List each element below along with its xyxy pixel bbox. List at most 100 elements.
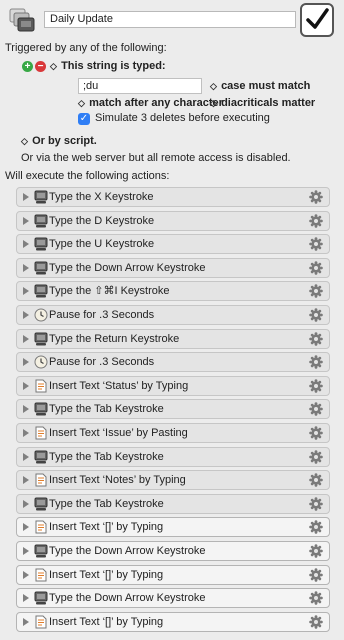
disclosure-triangle-icon[interactable] xyxy=(23,570,29,579)
action-label: Insert Text ‘Status’ by Typing xyxy=(49,379,189,392)
clock-icon xyxy=(34,355,48,369)
disclosure-triangle-icon[interactable] xyxy=(23,594,29,603)
gear-icon[interactable] xyxy=(309,355,323,369)
text-doc-icon xyxy=(35,473,47,487)
gear-icon[interactable] xyxy=(309,544,323,558)
gear-icon[interactable] xyxy=(309,308,323,322)
macro-name-field[interactable]: Daily Update xyxy=(44,11,296,28)
disclosure-triangle-icon[interactable] xyxy=(23,523,29,532)
add-trigger-button[interactable]: + xyxy=(22,61,33,72)
keyboard-icon xyxy=(34,402,48,416)
updown-arrows-icon: ◇ xyxy=(21,135,28,146)
action-label: Type the Down Arrow Keystroke xyxy=(49,545,206,557)
keyboard-icon xyxy=(34,284,48,298)
action-label: Type the Return Keystroke xyxy=(49,332,180,345)
simulate-deletes-checkbox[interactable]: ✓ xyxy=(78,113,90,125)
action-label: Insert Text ‘[]’ by Typing xyxy=(49,521,164,534)
action-row[interactable]: Type the Return Keystroke xyxy=(16,328,330,349)
action-row[interactable]: Insert Text ‘Issue’ by Pasting xyxy=(16,423,330,443)
updown-arrows-icon: ◇ xyxy=(210,80,217,91)
keyboard-icon xyxy=(34,450,48,464)
gear-icon[interactable] xyxy=(309,331,323,346)
gear-icon[interactable] xyxy=(309,567,323,582)
action-label: Pause for .3 Seconds xyxy=(49,309,155,321)
text-doc-icon xyxy=(35,426,47,440)
action-row[interactable]: Pause for .3 Seconds xyxy=(16,352,330,373)
script-trigger-label: Or by script. xyxy=(32,135,97,147)
gear-icon[interactable] xyxy=(309,449,323,464)
disclosure-triangle-icon[interactable] xyxy=(23,452,29,461)
disclosure-triangle-icon[interactable] xyxy=(23,193,29,201)
disclosure-triangle-icon[interactable] xyxy=(23,240,29,249)
disclosure-triangle-icon[interactable] xyxy=(23,334,29,343)
disclosure-triangle-icon[interactable] xyxy=(23,358,29,367)
action-label: Pause for .3 Seconds xyxy=(49,356,155,369)
action-row[interactable]: Pause for .3 Seconds xyxy=(16,305,330,325)
action-row[interactable]: Type the U Keystroke xyxy=(16,234,330,255)
gear-icon[interactable] xyxy=(309,520,323,535)
trigger-type-popup[interactable]: ◇ This string is typed: xyxy=(50,60,166,72)
match-popup[interactable]: ◇ match after any character xyxy=(78,97,223,109)
action-label: Type the Tab Keystroke xyxy=(49,450,164,463)
diacriticals-popup[interactable]: ◇ diacriticals matter xyxy=(210,97,315,109)
disclosure-triangle-icon[interactable] xyxy=(23,405,29,414)
action-label: Type the U Keystroke xyxy=(49,238,155,251)
gear-icon[interactable] xyxy=(309,378,323,393)
action-row[interactable]: Type the D Keystroke xyxy=(16,210,330,231)
action-row[interactable]: Type the Down Arrow Keystroke xyxy=(16,257,330,278)
action-row[interactable]: Insert Text ‘[]’ by Typing xyxy=(16,564,330,585)
action-row[interactable]: Type the ⇧⌘I Keystroke xyxy=(16,281,330,302)
case-popup[interactable]: ◇ case must match xyxy=(210,80,310,92)
keyboard-icon xyxy=(34,190,48,204)
macro-group-icon xyxy=(9,8,35,32)
gear-icon[interactable] xyxy=(309,284,323,299)
actions-heading: Will execute the following actions: xyxy=(5,170,170,182)
action-row[interactable]: Type the Down Arrow Keystroke xyxy=(16,541,330,561)
action-label: Insert Text ‘[]’ by Typing xyxy=(49,568,164,581)
disclosure-triangle-icon[interactable] xyxy=(23,311,29,319)
gear-icon[interactable] xyxy=(309,190,323,204)
gear-icon[interactable] xyxy=(309,496,323,511)
action-row[interactable]: Insert Text ‘Notes’ by Typing xyxy=(16,470,330,491)
disclosure-triangle-icon[interactable] xyxy=(23,381,29,390)
gear-icon[interactable] xyxy=(309,402,323,417)
keyboard-icon xyxy=(34,214,48,228)
checkmark-icon xyxy=(306,8,329,29)
gear-icon[interactable] xyxy=(309,213,323,228)
action-row[interactable]: Type the X Keystroke xyxy=(16,187,330,207)
macro-enabled-checkbox[interactable] xyxy=(300,3,334,37)
disclosure-triangle-icon[interactable] xyxy=(23,429,29,437)
script-trigger-popup[interactable]: ◇ Or by script. xyxy=(21,135,97,147)
gear-icon[interactable] xyxy=(309,614,323,629)
keyboard-icon xyxy=(34,544,48,558)
disclosure-triangle-icon[interactable] xyxy=(23,263,29,272)
match-label: match after any character xyxy=(89,97,223,109)
action-row[interactable]: Type the Tab Keystroke xyxy=(16,399,330,420)
typed-string-input[interactable]: ;du xyxy=(78,78,202,94)
gear-icon[interactable] xyxy=(309,237,323,251)
disclosure-triangle-icon[interactable] xyxy=(23,476,29,485)
disclosure-triangle-icon[interactable] xyxy=(23,216,29,225)
action-row[interactable]: Insert Text ‘Status’ by Typing xyxy=(16,375,330,396)
action-row[interactable]: Type the Tab Keystroke xyxy=(16,493,330,514)
disclosure-triangle-icon[interactable] xyxy=(23,617,29,626)
action-label: Type the Down Arrow Keystroke xyxy=(49,592,206,605)
triggers-heading: Triggered by any of the following: xyxy=(5,42,167,54)
gear-icon[interactable] xyxy=(309,260,323,275)
trigger-type-label: This string is typed: xyxy=(61,60,166,72)
diacriticals-label: diacriticals matter xyxy=(221,97,316,109)
action-row[interactable]: Type the Down Arrow Keystroke xyxy=(16,588,330,609)
action-row[interactable]: Insert Text ‘[]’ by Typing xyxy=(16,611,330,632)
disclosure-triangle-icon[interactable] xyxy=(23,499,29,508)
remove-trigger-button[interactable]: − xyxy=(35,61,46,72)
gear-icon[interactable] xyxy=(309,591,323,605)
gear-icon[interactable] xyxy=(309,473,323,487)
action-label: Type the Down Arrow Keystroke xyxy=(49,261,206,274)
disclosure-triangle-icon[interactable] xyxy=(23,287,29,296)
action-row[interactable]: Insert Text ‘[]’ by Typing xyxy=(16,517,330,538)
gear-icon[interactable] xyxy=(309,426,323,440)
keyboard-icon xyxy=(34,497,48,511)
action-row[interactable]: Type the Tab Keystroke xyxy=(16,446,330,467)
disclosure-triangle-icon[interactable] xyxy=(23,547,29,555)
action-label: Insert Text ‘Notes’ by Typing xyxy=(49,474,186,487)
